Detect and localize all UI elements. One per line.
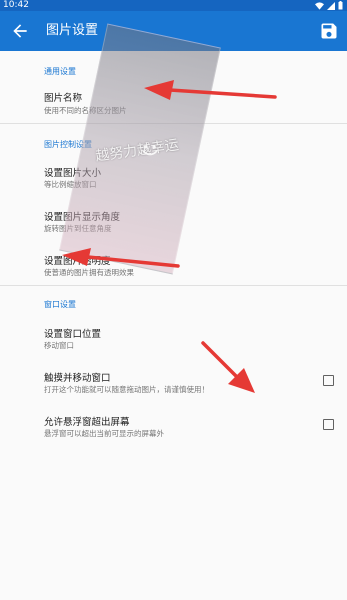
status-time: 10:42 xyxy=(3,0,29,10)
pref-summary: 打开这个功能就可以随意拖动图片，请谨慎使用！ xyxy=(44,385,209,394)
status-icons xyxy=(315,1,343,10)
page-title: 图片设置 xyxy=(46,23,99,38)
arrow-annotation-3 xyxy=(201,341,255,393)
pref-allow-offscreen[interactable]: 允许悬浮窗超出屏幕 悬浮窗可以超出当前可显示的屏幕外 xyxy=(0,404,347,444)
arrow-annotation-1 xyxy=(144,80,277,100)
smiley-icon xyxy=(142,145,158,156)
arrow-annotation-2 xyxy=(62,248,180,268)
pref-window-position[interactable]: 设置窗口位置 移动窗口 xyxy=(0,316,347,356)
signal-icon xyxy=(327,1,335,10)
pref-title: 触摸并移动窗口 xyxy=(44,373,111,384)
section-title-window: 窗口设置 xyxy=(44,300,76,309)
battery-icon xyxy=(338,1,343,10)
arrow-left-icon[interactable] xyxy=(10,21,30,41)
section-divider xyxy=(0,285,347,286)
section-title-general: 通用设置 xyxy=(44,67,76,76)
save-icon[interactable] xyxy=(319,21,339,41)
pref-title: 设置窗口位置 xyxy=(44,329,102,340)
pref-summary: 移动窗口 xyxy=(44,341,74,350)
wifi-icon xyxy=(315,1,324,10)
touch-move-checkbox[interactable] xyxy=(323,375,334,386)
pref-title: 图片名称 xyxy=(44,93,83,104)
pref-touch-move[interactable]: 触摸并移动窗口 打开这个功能就可以随意拖动图片，请谨慎使用！ xyxy=(0,360,347,400)
status-bar: 10:42 xyxy=(0,0,347,11)
pref-summary: 悬浮窗可以超出当前可显示的屏幕外 xyxy=(44,429,164,438)
allow-offscreen-checkbox[interactable] xyxy=(323,419,334,430)
pref-title: 允许悬浮窗超出屏幕 xyxy=(44,417,130,428)
